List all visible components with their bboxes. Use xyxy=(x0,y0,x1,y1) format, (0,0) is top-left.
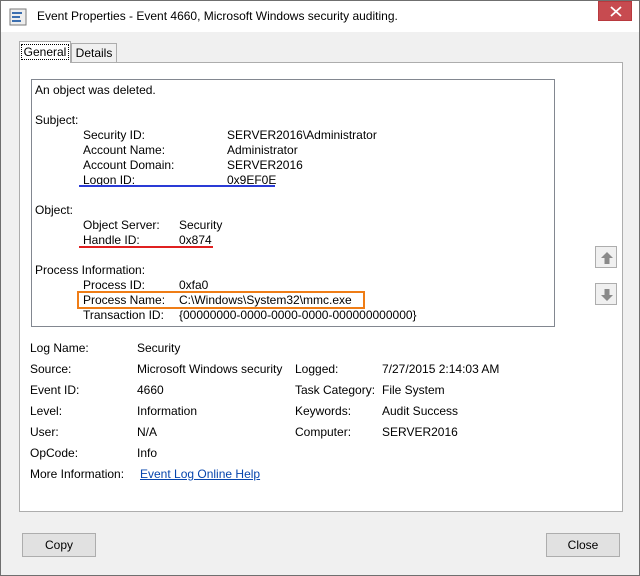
task-category-label: Task Category: xyxy=(295,383,376,397)
tab-general[interactable]: General xyxy=(19,41,71,63)
event-properties-window: Event Properties - Event 4660, Microsoft… xyxy=(0,0,640,576)
account-name-value: Administrator xyxy=(227,143,298,157)
logon-id-underline xyxy=(79,185,275,187)
handle-id-underline xyxy=(79,246,213,248)
security-id-value: SERVER2016\Administrator xyxy=(227,128,377,142)
tab-general-label: General xyxy=(20,44,70,60)
log-name-value: Security xyxy=(137,341,181,355)
window-title: Event Properties - Event 4660, Microsoft… xyxy=(37,9,398,23)
process-id-value: 0xfa0 xyxy=(179,278,209,292)
process-info-heading: Process Information: xyxy=(35,263,146,277)
process-name-highlight xyxy=(77,291,365,309)
opcode-label: OpCode: xyxy=(30,446,79,460)
handle-id-label: Handle ID: xyxy=(83,233,140,247)
subject-heading: Subject: xyxy=(35,113,79,127)
level-label: Level: xyxy=(30,404,63,418)
handle-id-value: 0x874 xyxy=(179,233,212,247)
computer-value: SERVER2016 xyxy=(382,425,458,439)
previous-event-button[interactable] xyxy=(595,246,617,268)
process-id-label: Process ID: xyxy=(83,278,146,292)
keywords-label: Keywords: xyxy=(295,404,352,418)
log-name-label: Log Name: xyxy=(30,341,89,355)
computer-label: Computer: xyxy=(295,425,352,439)
object-server-label: Object Server: xyxy=(83,218,160,232)
event-description-box[interactable]: An object was deleted. Subject: Security… xyxy=(31,79,555,327)
copy-button[interactable]: Copy xyxy=(22,533,96,557)
security-id-label: Security ID: xyxy=(83,128,146,142)
close-button[interactable]: Close xyxy=(546,533,620,557)
task-category-value: File System xyxy=(382,383,445,397)
close-window-button[interactable] xyxy=(598,1,632,21)
source-value: Microsoft Windows security xyxy=(137,362,283,376)
event-id-label: Event ID: xyxy=(30,383,80,397)
logged-value: 7/27/2015 2:14:03 AM xyxy=(382,362,500,376)
next-event-button[interactable] xyxy=(595,283,617,305)
user-value: N/A xyxy=(137,425,158,439)
opcode-value: Info xyxy=(137,446,158,460)
more-information-label: More Information: xyxy=(30,467,125,481)
transaction-id-value: {00000000-0000-0000-0000-000000000000} xyxy=(179,308,417,322)
transaction-id-label: Transaction ID: xyxy=(83,308,164,322)
tab-details[interactable]: Details xyxy=(71,43,117,63)
keywords-value: Audit Success xyxy=(382,404,459,418)
object-heading: Object: xyxy=(35,203,74,217)
account-domain-label: Account Domain: xyxy=(83,158,175,172)
event-viewer-icon xyxy=(9,8,27,26)
account-name-label: Account Name: xyxy=(83,143,166,157)
user-label: User: xyxy=(30,425,59,439)
tab-details-label: Details xyxy=(75,46,113,60)
title-bar[interactable]: Event Properties - Event 4660, Microsoft… xyxy=(1,1,639,32)
event-id-value: 4660 xyxy=(137,383,164,397)
logged-label: Logged: xyxy=(295,362,339,376)
event-log-online-help-link[interactable]: Event Log Online Help xyxy=(140,467,260,481)
account-domain-value: SERVER2016 xyxy=(227,158,303,172)
source-label: Source: xyxy=(30,362,72,376)
level-value: Information xyxy=(137,404,198,418)
description-headline: An object was deleted. xyxy=(35,83,156,97)
object-server-value: Security xyxy=(179,218,223,232)
